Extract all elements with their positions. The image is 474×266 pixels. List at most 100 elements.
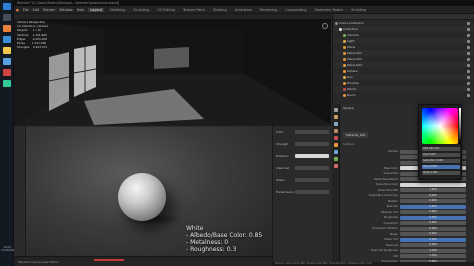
visibility-eye-icon[interactable]: [467, 75, 470, 79]
property-field[interactable]: 0.000: [400, 243, 466, 247]
mid-field[interactable]: [295, 178, 329, 182]
property-label: Subsurface IOR: [378, 188, 398, 192]
navigation-gizmo-icon[interactable]: [322, 23, 328, 29]
property-row: Sheen Tint 0.500: [340, 237, 474, 242]
tab-compositing[interactable]: Compositing: [283, 8, 308, 12]
tab-sculpting[interactable]: Sculpting: [131, 8, 151, 12]
mid-field[interactable]: [295, 154, 329, 158]
object-tab-icon[interactable]: [334, 143, 338, 147]
search-icon[interactable]: [3, 14, 11, 21]
property-label: Specular: [386, 205, 398, 208]
app3-taskbar-icon[interactable]: [3, 80, 11, 87]
outliner-item-label: Sphere: [347, 69, 358, 73]
property-field[interactable]: 0.000: [400, 193, 466, 198]
3d-viewport[interactable]: Camera Perspective (1) Collection | Sphe…: [14, 14, 332, 125]
visibility-eye-icon[interactable]: [467, 45, 470, 49]
menu-file[interactable]: File: [23, 8, 29, 12]
outliner-item[interactable]: Room: [333, 92, 474, 98]
menu-help[interactable]: Help: [77, 8, 85, 12]
property-row: Metallic 0.000: [340, 199, 474, 204]
tool-tab-icon[interactable]: [334, 108, 338, 112]
color-wheel[interactable]: [422, 108, 458, 144]
modifier-tab-icon[interactable]: [334, 150, 338, 154]
visibility-eye-icon[interactable]: [467, 87, 470, 91]
app2-taskbar-icon[interactable]: [3, 69, 11, 76]
tab-geometry-nodes[interactable]: Geometry Nodes: [313, 8, 346, 12]
property-label: Subsurface Radius: [373, 177, 398, 181]
property-field[interactable]: 0.030: [400, 248, 466, 253]
property-field[interactable]: 0.000: [400, 210, 466, 214]
browser-taskbar-icon[interactable]: [3, 36, 11, 43]
property-field[interactable]: 0.000: [400, 232, 466, 236]
visibility-eye-icon[interactable]: [467, 57, 470, 61]
material-tab-icon[interactable]: [334, 164, 338, 168]
color-picker-popup[interactable]: RGB HSV Hex Hue 0.000 Saturation 0.000 V…: [418, 104, 462, 180]
outliner-item-label: Sun: [347, 75, 353, 79]
tab-shading[interactable]: Shading: [211, 8, 229, 12]
tab-layout[interactable]: Layout: [88, 7, 104, 12]
property-row: Roughness 0.300: [340, 215, 474, 220]
visibility-eye-icon[interactable]: [467, 27, 470, 31]
timeline[interactable]: Playback Keying View Marker: [14, 256, 272, 266]
property-label: Clearcoat Roughness: [370, 249, 398, 252]
picker-hue[interactable]: Hue 0.000: [422, 153, 460, 157]
visibility-eye-icon[interactable]: [467, 33, 470, 37]
property-field[interactable]: 0.500: [400, 204, 466, 209]
menu-window[interactable]: Window: [59, 8, 72, 12]
picker-mode-tabs[interactable]: RGB HSV Hex: [422, 147, 460, 151]
value-slider[interactable]: [459, 108, 461, 144]
mid-field[interactable]: [295, 142, 329, 146]
picker-alpha[interactable]: Alpha 1.000: [422, 171, 460, 175]
data-tab-icon[interactable]: [334, 157, 338, 161]
visibility-eye-icon[interactable]: [467, 81, 470, 85]
material-slot-name[interactable]: Material_001: [343, 132, 369, 138]
mid-field[interactable]: [295, 166, 329, 170]
visibility-eye-icon[interactable]: [467, 39, 470, 43]
menu-render[interactable]: Render: [43, 8, 55, 12]
blender-taskbar-icon[interactable]: [3, 25, 11, 32]
property-label: Subsurface Color: [375, 183, 398, 186]
visibility-eye-icon[interactable]: [467, 63, 470, 67]
visibility-eye-icon[interactable]: [467, 69, 470, 73]
picker-saturation[interactable]: Saturation 0.000: [422, 159, 460, 163]
property-label: Base Color: [384, 166, 398, 170]
tab-scripting[interactable]: Scripting: [349, 8, 368, 12]
tab-rendering[interactable]: Rendering: [258, 8, 279, 12]
property-label: Subsurface: [383, 172, 398, 175]
world-tab-icon[interactable]: [334, 136, 338, 140]
surface-panel-label[interactable]: Surface: [343, 142, 354, 146]
visibility-eye-icon[interactable]: [467, 51, 470, 55]
mid-field[interactable]: [295, 130, 329, 134]
app-taskbar-icon[interactable]: [3, 58, 11, 65]
mid-field[interactable]: [295, 190, 329, 194]
property-field[interactable]: [400, 182, 466, 187]
property-label: Anisotropic Rotation: [371, 227, 398, 230]
property-row: Specular 0.500: [340, 204, 474, 209]
playhead-range[interactable]: [94, 259, 124, 261]
outliner[interactable]: Scene Collection Collection Camera Light Pla…: [332, 14, 474, 104]
tab-texture-paint[interactable]: Texture Paint: [181, 8, 207, 12]
property-field[interactable]: 1.400: [400, 188, 466, 192]
render-tab-icon[interactable]: [334, 115, 338, 119]
visibility-eye-icon[interactable]: [467, 93, 470, 97]
tab-animation[interactable]: Animation: [233, 8, 254, 12]
scene-tab-icon[interactable]: [334, 129, 338, 133]
tab-uv-editing[interactable]: UV Editing: [155, 8, 177, 12]
tab-modeling[interactable]: Modeling: [108, 8, 127, 12]
picker-value[interactable]: Value 0.850: [422, 165, 460, 169]
visibility-eye-icon[interactable]: [467, 21, 470, 25]
blender-logo-icon[interactable]: ●: [16, 8, 19, 12]
properties-object-name: Sphere: [343, 106, 354, 110]
property-field[interactable]: 0.000: [400, 199, 466, 203]
menu-edit[interactable]: Edit: [33, 8, 40, 12]
property-field[interactable]: 0.000: [400, 226, 466, 231]
property-field[interactable]: 0.000: [400, 221, 466, 225]
folder-taskbar-icon[interactable]: [3, 47, 11, 54]
property-label: Sheen: [389, 232, 398, 236]
property-field[interactable]: 0.500: [400, 237, 466, 242]
start-icon[interactable]: [3, 3, 11, 10]
property-field[interactable]: 0.300: [400, 215, 466, 220]
output-tab-icon[interactable]: [334, 122, 338, 126]
timeline-menu[interactable]: Playback Keying View Marker: [18, 260, 59, 264]
property-field[interactable]: 1.450: [400, 254, 466, 258]
